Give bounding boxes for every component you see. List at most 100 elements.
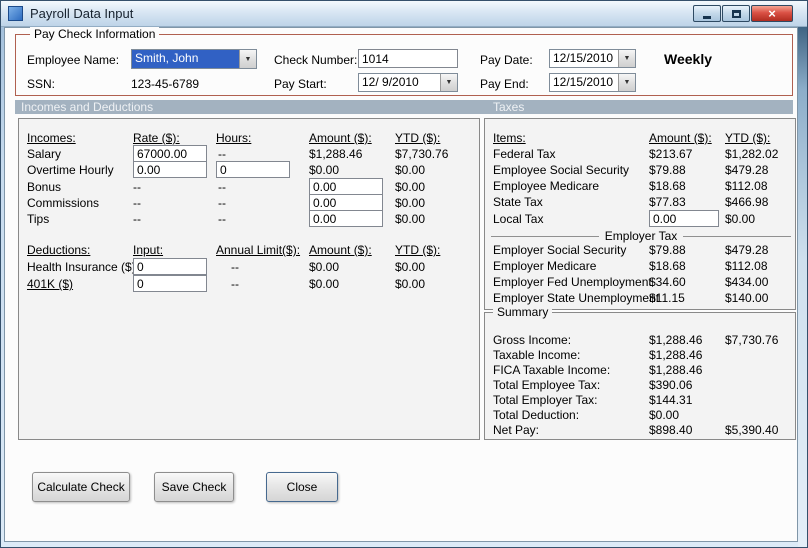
col-header-items: Items:: [493, 131, 526, 145]
commissions-rate-value: --: [133, 196, 141, 210]
deductions-header-row: Deductions: Input: Annual Limit($): Amou…: [19, 243, 479, 259]
total-er-tax-amount: $144.31: [649, 393, 693, 407]
tax-row-emp-medicare: Employee Medicare $18.68 $112.08: [485, 179, 795, 195]
row-label: Health Insurance ($): [27, 260, 136, 274]
col-header-amount: Amount ($):: [309, 131, 372, 145]
calculate-check-button[interactable]: Calculate Check: [32, 472, 130, 502]
row-label: Total Employer Tax:: [493, 393, 598, 407]
close-icon: ×: [768, 6, 776, 21]
er-medicare-ytd: $112.08: [725, 259, 768, 273]
tax-row-federal: Federal Tax $213.67 $1,282.02: [485, 147, 795, 163]
window-controls: ×: [693, 5, 793, 22]
k401-ytd-value: $0.00: [395, 277, 426, 291]
chevron-down-icon[interactable]: ▼: [440, 74, 457, 91]
col-header-input: Input:: [133, 243, 164, 257]
health-insurance-amount-value: $0.00: [309, 260, 340, 274]
employee-name-combo[interactable]: Smith, John ▼: [131, 49, 257, 69]
close-form-button[interactable]: Close: [266, 472, 338, 502]
federal-tax-ytd: $1,282.02: [725, 147, 779, 161]
tips-rate-value: --: [133, 212, 141, 226]
state-tax-ytd: $466.98: [725, 195, 769, 209]
pay-start-picker[interactable]: 12/ 9/2010 ▼: [358, 73, 458, 92]
incomes-deductions-panel: Incomes: Rate ($): Hours: Amount ($): YT…: [18, 118, 480, 440]
income-row-bonus: Bonus -- -- $0.00: [19, 178, 479, 196]
k401-limit-value: --: [231, 277, 239, 291]
overtime-hours-input[interactable]: [216, 161, 290, 178]
close-button[interactable]: ×: [751, 5, 793, 22]
row-label: Employer Social Security: [493, 243, 627, 257]
salary-rate-input[interactable]: [133, 145, 207, 162]
row-label: Tips: [27, 212, 50, 226]
pay-end-value[interactable]: 12/15/2010: [550, 74, 618, 91]
maximize-button[interactable]: [722, 5, 750, 22]
er-medicare-amount: $18.68: [649, 259, 686, 273]
federal-tax-amount: $213.67: [649, 147, 693, 161]
summary-row-total-deduction: Total Deduction: $0.00: [485, 408, 795, 424]
app-icon: [8, 6, 23, 21]
summary-row-taxable: Taxable Income: $1,288.46: [485, 348, 795, 364]
deduction-row-401k: 401K ($) -- $0.00 $0.00: [19, 275, 479, 293]
chevron-down-icon[interactable]: ▼: [239, 50, 256, 68]
income-row-commissions: Commissions -- -- $0.00: [19, 194, 479, 212]
overtime-rate-input[interactable]: [133, 161, 207, 178]
commissions-ytd-value: $0.00: [395, 196, 426, 210]
chevron-down-icon[interactable]: ▼: [618, 50, 635, 67]
summary-panel: Summary Gross Income: $1,288.46 $7,730.7…: [484, 305, 796, 440]
row-label: Employee Medicare: [493, 179, 600, 193]
col-header-deductions: Deductions:: [27, 243, 91, 257]
check-number-label: Check Number:: [274, 53, 358, 67]
summary-group-title: Summary: [493, 305, 553, 319]
row-label: FICA Taxable Income:: [493, 363, 611, 377]
er-fed-unemp-amount: $34.60: [649, 275, 686, 289]
chevron-down-icon[interactable]: ▼: [618, 74, 635, 91]
health-insurance-input[interactable]: [133, 258, 207, 275]
commissions-amount-input[interactable]: [309, 194, 383, 211]
tips-amount-input[interactable]: [309, 210, 383, 227]
minimize-button[interactable]: [693, 5, 721, 22]
state-tax-amount: $77.83: [649, 195, 686, 209]
save-check-button[interactable]: Save Check: [154, 472, 234, 502]
income-row-overtime: Overtime Hourly $0.00 $0.00: [19, 161, 479, 179]
row-label: Total Employee Tax:: [493, 378, 601, 392]
tips-hours-value: --: [218, 212, 226, 226]
check-number-input[interactable]: [358, 49, 458, 68]
row-label: Local Tax: [493, 212, 544, 226]
row-label: Gross Income:: [493, 333, 572, 347]
summary-row-fica: FICA Taxable Income: $1,288.46: [485, 363, 795, 379]
bonus-ytd-value: $0.00: [395, 180, 426, 194]
row-label: Taxable Income:: [493, 348, 581, 362]
bonus-amount-input[interactable]: [309, 178, 383, 195]
pay-start-value[interactable]: 12/ 9/2010: [359, 74, 440, 91]
local-tax-input[interactable]: [649, 210, 719, 227]
pay-date-picker[interactable]: 12/15/2010 ▼: [549, 49, 636, 68]
salary-ytd-value: $7,730.76: [395, 147, 449, 161]
tax-row-er-fed-unemployment: Employer Fed Unemployment $34.60 $434.00: [485, 275, 795, 291]
commissions-hours-value: --: [218, 196, 226, 210]
total-emp-tax-amount: $390.06: [649, 378, 693, 392]
row-label: Net Pay:: [493, 423, 540, 437]
er-state-unemp-amount: $11.15: [649, 291, 685, 305]
incomes-header-row: Incomes: Rate ($): Hours: Amount ($): YT…: [19, 131, 479, 147]
net-pay-ytd: $5,390.40: [725, 423, 779, 437]
health-insurance-ytd-value: $0.00: [395, 260, 426, 274]
k401-input[interactable]: [133, 275, 207, 292]
emp-ss-amount: $79.88: [649, 163, 686, 177]
title-bar[interactable]: Payroll Data Input ×: [1, 1, 807, 27]
row-label: Employer Medicare: [493, 259, 597, 273]
minimize-icon: [703, 16, 711, 19]
er-ss-amount: $79.88: [649, 243, 686, 257]
employer-tax-divider: Employer Tax: [491, 229, 791, 243]
employee-name-value[interactable]: Smith, John: [132, 50, 239, 68]
row-label-401k-link[interactable]: 401K ($): [27, 277, 73, 291]
paycheck-info-group: Pay Check Information Employee Name: Smi…: [15, 27, 793, 96]
pay-end-picker[interactable]: 12/15/2010 ▼: [549, 73, 636, 92]
health-insurance-limit-value: --: [231, 260, 239, 274]
deduction-row-health-insurance: Health Insurance ($) -- $0.00 $0.00: [19, 258, 479, 276]
summary-row-net-pay: Net Pay: $898.40 $5,390.40: [485, 423, 795, 439]
col-header-rate: Rate ($):: [133, 131, 180, 145]
maximize-icon: [731, 9, 741, 18]
row-label: Salary: [27, 147, 62, 161]
pay-date-value[interactable]: 12/15/2010: [550, 50, 618, 67]
row-label: Employee Social Security: [493, 163, 630, 177]
pay-frequency-label: Weekly: [664, 51, 712, 67]
